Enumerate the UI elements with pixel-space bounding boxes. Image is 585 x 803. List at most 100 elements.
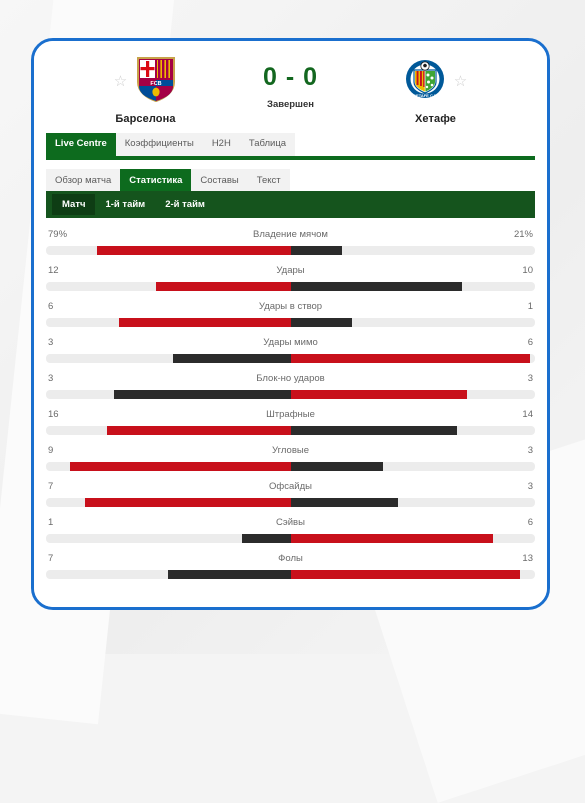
svg-text:FCB: FCB bbox=[151, 81, 162, 87]
secondary-tabs: Обзор матчаСтатистикаСоставыТекст bbox=[46, 169, 535, 191]
stat-away-value: 3 bbox=[528, 481, 533, 492]
match-card-frame: ☆ bbox=[31, 38, 550, 610]
period-tabs: Матч1-й тайм2-й тайм bbox=[46, 191, 535, 218]
stat-bar-away bbox=[291, 498, 399, 507]
score: 0 - 0 bbox=[263, 64, 318, 92]
stat-row: 1Сэйвы6 bbox=[46, 510, 535, 546]
stat-bar-away bbox=[291, 462, 384, 471]
stat-bar-away bbox=[291, 570, 521, 579]
stat-bar-track bbox=[46, 318, 535, 327]
stat-row-values: 1Сэйвы6 bbox=[46, 517, 535, 530]
barcelona-crest-icon: FCB bbox=[135, 56, 177, 107]
stat-label: Владение мячом bbox=[46, 229, 535, 240]
stat-bar-away bbox=[291, 282, 462, 291]
stat-row-values: 6Удары в створ1 bbox=[46, 301, 535, 314]
primary-tab-3[interactable]: Таблица bbox=[240, 133, 295, 156]
stat-label: Удары в створ bbox=[46, 301, 535, 312]
stat-bar-away bbox=[291, 534, 494, 543]
stat-label: Блок-но ударов bbox=[46, 373, 535, 384]
stat-bar-track bbox=[46, 570, 535, 579]
secondary-tab-2[interactable]: Составы bbox=[191, 169, 247, 191]
stat-bar-away bbox=[291, 354, 531, 363]
stat-row-values: 7Фолы13 bbox=[46, 553, 535, 566]
star-icon-home[interactable]: ☆ bbox=[114, 74, 127, 89]
primary-tab-1[interactable]: Коэффициенты bbox=[116, 133, 203, 156]
stat-bar-home bbox=[97, 246, 290, 255]
primary-tabs-filler bbox=[295, 133, 535, 156]
stat-label: Штрафные bbox=[46, 409, 535, 420]
stat-bar-away bbox=[291, 426, 457, 435]
stat-label: Сэйвы bbox=[46, 517, 535, 528]
match-status: Завершен bbox=[267, 99, 314, 110]
stat-bar-home bbox=[156, 282, 290, 291]
stat-row: 6Удары в створ1 bbox=[46, 294, 535, 330]
statistics-list: 79%Владение мячом21%12Удары106Удары в ст… bbox=[46, 222, 535, 582]
primary-tab-2[interactable]: H2H bbox=[203, 133, 240, 156]
stat-bar-track bbox=[46, 498, 535, 507]
stat-away-value: 13 bbox=[522, 553, 533, 564]
stat-row: 3Удары мимо6 bbox=[46, 330, 535, 366]
stat-bar-track bbox=[46, 390, 535, 399]
stat-bar-home bbox=[70, 462, 290, 471]
primary-tabbar: Live CentreКоэффициентыH2HТаблица bbox=[46, 133, 535, 160]
svg-text:GETAFE C.F.: GETAFE C.F. bbox=[413, 93, 437, 98]
away-team-row: GETAFE C.F. ☆ bbox=[404, 56, 467, 107]
stat-away-value: 3 bbox=[528, 373, 533, 384]
stat-row: 12Удары10 bbox=[46, 258, 535, 294]
stat-bar-track bbox=[46, 354, 535, 363]
secondary-tab-1[interactable]: Статистика bbox=[120, 169, 191, 191]
stat-bar-track bbox=[46, 534, 535, 543]
stat-row: 7Фолы13 bbox=[46, 546, 535, 582]
stat-bar-home bbox=[168, 570, 290, 579]
stat-row-values: 16Штрафные14 bbox=[46, 409, 535, 422]
stat-away-value: 10 bbox=[522, 265, 533, 276]
stat-away-value: 3 bbox=[528, 445, 533, 456]
stat-bar-home bbox=[119, 318, 290, 327]
match-card: ☆ bbox=[34, 41, 547, 607]
stat-bar-track bbox=[46, 246, 535, 255]
stat-away-value: 14 bbox=[522, 409, 533, 420]
stat-row-values: 79%Владение мячом21% bbox=[46, 229, 535, 242]
stat-label: Удары мимо bbox=[46, 337, 535, 348]
secondary-tab-0[interactable]: Обзор матча bbox=[46, 169, 120, 191]
primary-tabs: Live CentreКоэффициентыH2HТаблица bbox=[46, 133, 535, 156]
stat-bar-away bbox=[291, 390, 467, 399]
stat-row-values: 7Офсайды3 bbox=[46, 481, 535, 494]
stat-row: 3Блок-но ударов3 bbox=[46, 366, 535, 402]
stat-label: Офсайды bbox=[46, 481, 535, 492]
stat-bar-home bbox=[242, 534, 291, 543]
stat-row: 16Штрафные14 bbox=[46, 402, 535, 438]
away-team-name: Хетафе bbox=[415, 113, 456, 125]
stat-row-values: 9Угловые3 bbox=[46, 445, 535, 458]
away-team: GETAFE C.F. ☆ Хетафе bbox=[361, 56, 511, 125]
stat-bar-track bbox=[46, 462, 535, 471]
secondary-tab-3[interactable]: Текст bbox=[248, 169, 290, 191]
home-team-name: Барселона bbox=[115, 113, 175, 125]
primary-tab-0[interactable]: Live Centre bbox=[46, 133, 116, 156]
stat-away-value: 6 bbox=[528, 337, 533, 348]
stat-label: Угловые bbox=[46, 445, 535, 456]
stat-row-values: 12Удары10 bbox=[46, 265, 535, 278]
stat-row-values: 3Блок-но ударов3 bbox=[46, 373, 535, 386]
stat-row: 7Офсайды3 bbox=[46, 474, 535, 510]
stat-bar-home bbox=[85, 498, 290, 507]
stat-row: 79%Владение мячом21% bbox=[46, 222, 535, 258]
home-team-row: ☆ bbox=[114, 56, 177, 107]
stat-bar-track bbox=[46, 282, 535, 291]
stat-away-value: 1 bbox=[528, 301, 533, 312]
stat-away-value: 21% bbox=[514, 229, 533, 240]
stat-bar-away bbox=[291, 318, 352, 327]
period-tab-0[interactable]: Матч bbox=[52, 194, 95, 215]
stat-bar-home bbox=[114, 390, 290, 399]
home-team: ☆ bbox=[71, 56, 221, 125]
stat-label: Фолы bbox=[46, 553, 535, 564]
period-tab-2[interactable]: 2-й тайм bbox=[155, 194, 215, 215]
star-icon-away[interactable]: ☆ bbox=[454, 74, 467, 89]
stat-label: Удары bbox=[46, 265, 535, 276]
match-header: ☆ bbox=[34, 41, 547, 127]
period-tab-1[interactable]: 1-й тайм bbox=[95, 194, 155, 215]
stat-bar-track bbox=[46, 426, 535, 435]
stat-bar-away bbox=[291, 246, 342, 255]
stat-bar-home bbox=[173, 354, 290, 363]
getafe-crest-icon: GETAFE C.F. bbox=[404, 56, 446, 107]
